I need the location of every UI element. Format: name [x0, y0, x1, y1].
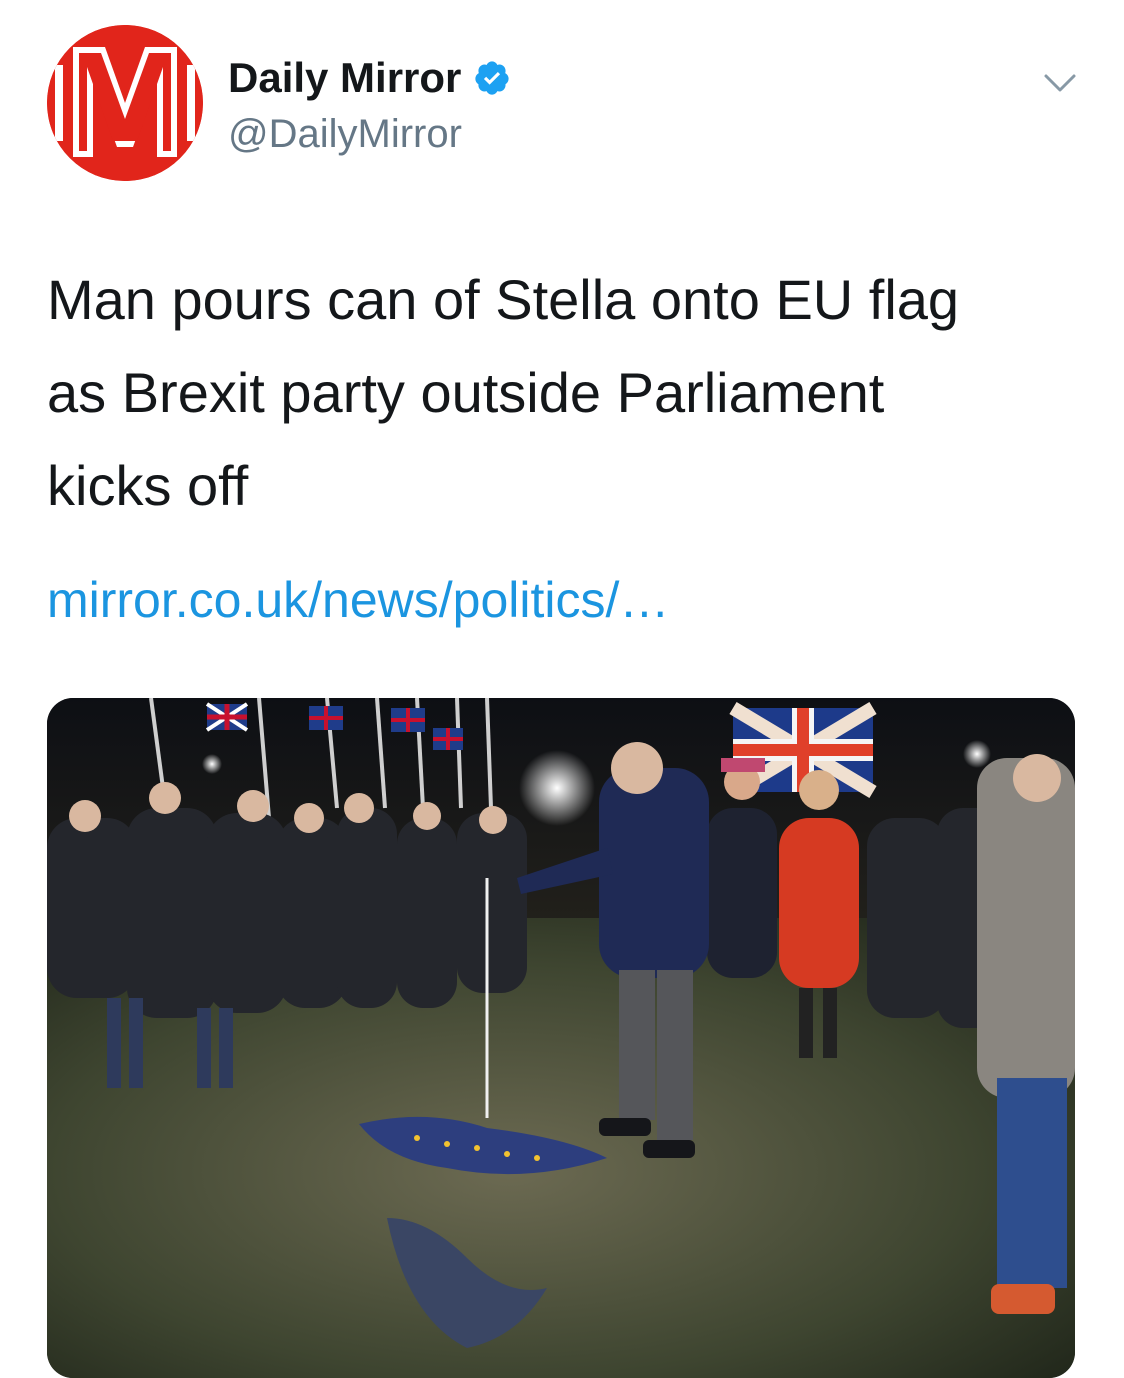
article-link[interactable]: mirror.co.uk/news/politics/…	[47, 560, 669, 640]
avatar[interactable]	[47, 25, 203, 181]
verified-badge-icon	[473, 59, 511, 97]
tweet-text-line: as Brexit party outside Parliament	[47, 361, 885, 424]
tweet-card: Daily Mirror @DailyMirror Man pours can …	[0, 0, 1124, 1378]
tweet-text-line: Man pours can of Stella onto EU flag	[47, 268, 960, 331]
account-handle[interactable]: @DailyMirror	[228, 108, 511, 160]
tweet-text-line: kicks off	[47, 454, 249, 517]
tweet-text: Man pours can of Stella onto EU flag as …	[47, 253, 1087, 532]
tweet-header: Daily Mirror @DailyMirror	[228, 52, 511, 160]
tweet-photo[interactable]	[47, 698, 1075, 1378]
photo-illustration	[47, 698, 1075, 1378]
display-name[interactable]: Daily Mirror	[228, 52, 461, 104]
mirror-logo-icon	[47, 25, 203, 181]
chevron-down-icon[interactable]	[1040, 64, 1080, 104]
display-name-row: Daily Mirror	[228, 52, 511, 104]
